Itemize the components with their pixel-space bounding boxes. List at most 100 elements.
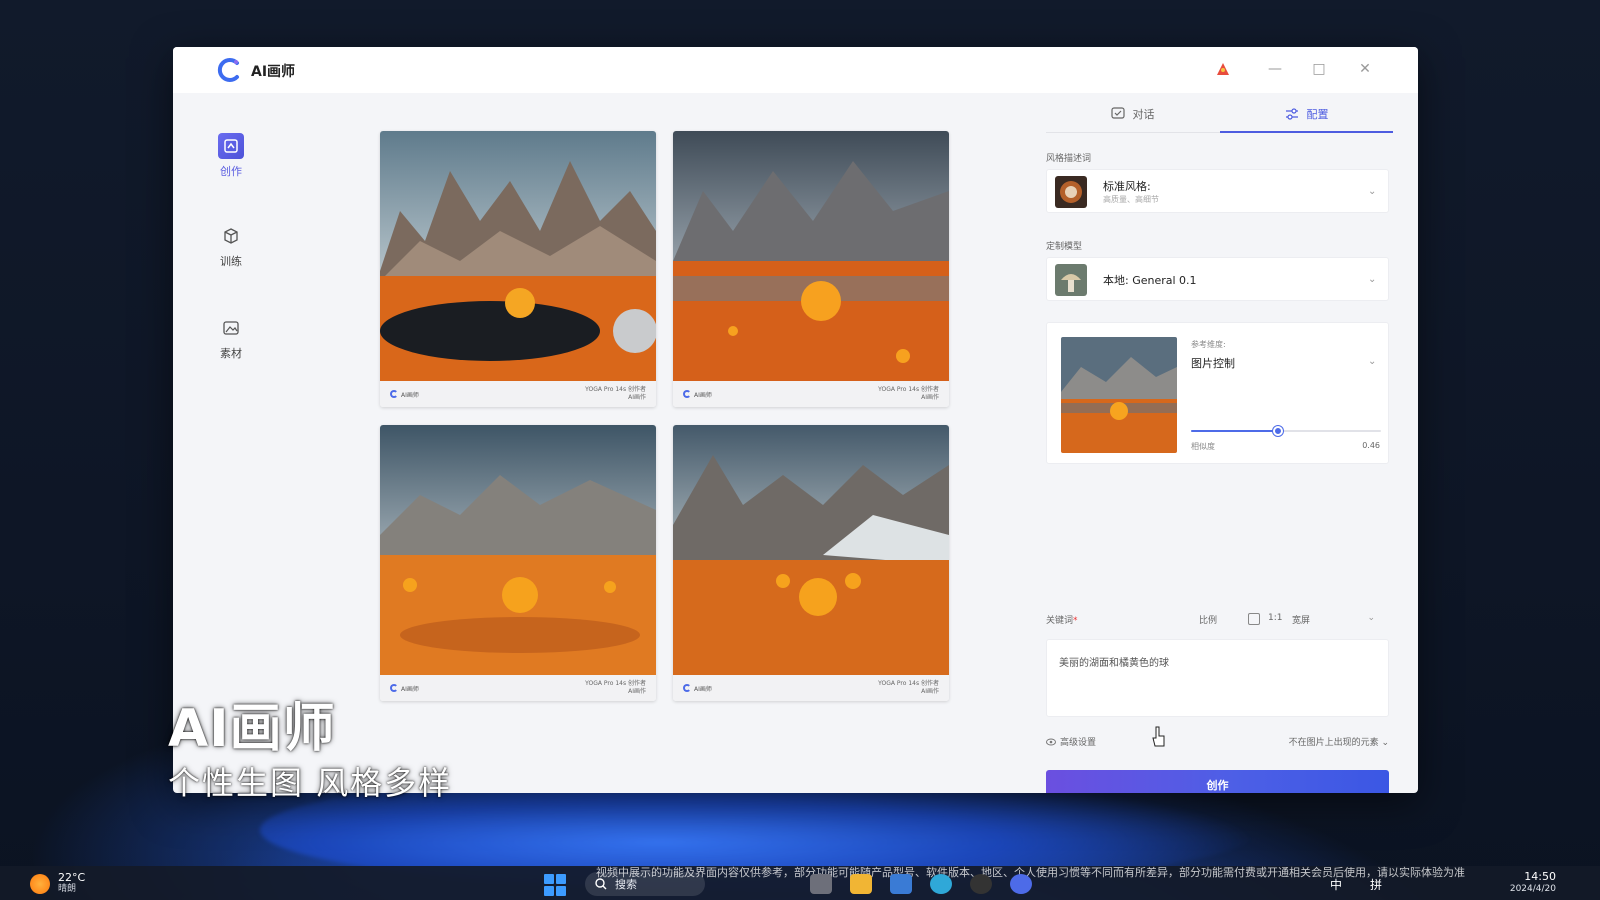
ratio-value[interactable]: 1:1 — [1268, 613, 1282, 623]
gallery-icon — [218, 315, 244, 341]
landscape-image — [673, 131, 949, 381]
model-select[interactable]: 本地: General 0.1 ⌄ — [1046, 257, 1389, 301]
negative-prompt-toggle[interactable]: 不在图片上出现的元素 ⌄ — [1289, 735, 1389, 748]
thumb-brand: AI画师 — [390, 684, 419, 693]
create-icon — [218, 133, 244, 159]
thumb-watermark: YOGA Pro 14s 创作者 AI画作 — [585, 680, 646, 695]
sidebar-item-materials[interactable]: 素材 — [206, 315, 256, 361]
generated-image-3[interactable]: AI画师 YOGA Pro 14s 创作者 AI画作 — [380, 425, 656, 701]
settings-icon — [1285, 108, 1298, 120]
reference-image[interactable] — [1061, 337, 1177, 453]
style-section-label: 风格描述词 — [1046, 154, 1092, 164]
title-bar: AI画师 — □ ✕ — [173, 47, 1418, 93]
reference-label: 参考维度: — [1191, 340, 1226, 349]
chevron-down-icon[interactable]: ⌄ — [1368, 357, 1378, 367]
image-gallery: AI画师 YOGA Pro 14s 创作者 AI画作 AI画师 YOGA Pro … — [380, 131, 960, 711]
sidebar-item-label: 创作 — [220, 165, 242, 178]
hand-cursor-icon — [1152, 726, 1165, 747]
thumb-watermark: YOGA Pro 14s 创作者 AI画作 — [878, 680, 939, 695]
chevron-down-icon: ⌄ — [1368, 186, 1377, 197]
prompt-input[interactable] — [1046, 639, 1389, 717]
sun-icon — [30, 873, 50, 894]
ratio-label: 比例 — [1199, 616, 1218, 626]
thumb-watermark: YOGA Pro 14s 创作者 AI画作 — [585, 386, 646, 401]
image-footer: AI画师 YOGA Pro 14s 创作者 AI画作 — [673, 675, 949, 701]
model-value: 本地: General 0.1 — [1103, 274, 1197, 287]
generated-image-1[interactable]: AI画师 YOGA Pro 14s 创作者 AI画作 — [380, 131, 656, 407]
generated-image-2[interactable]: AI画师 YOGA Pro 14s 创作者 AI画作 — [673, 131, 949, 407]
chevron-down-icon[interactable]: ⌄ — [1367, 613, 1375, 623]
sidebar-item-label: 训练 — [220, 255, 242, 268]
ratio-mode[interactable]: 宽屏 — [1292, 613, 1310, 626]
keyword-row: 关键词* 比例 1:1 宽屏 ⌄ — [1046, 613, 1389, 629]
rocket-icon[interactable] — [1213, 59, 1233, 79]
clock-time: 14:50 — [1524, 870, 1556, 883]
taskbar-search[interactable]: 搜索 — [585, 872, 705, 896]
style-thumbnail — [1055, 176, 1087, 208]
landscape-image — [673, 425, 949, 675]
file-explorer-icon[interactable] — [850, 874, 872, 894]
maximize-button[interactable]: □ — [1309, 59, 1329, 79]
similarity-slider[interactable] — [1191, 426, 1381, 436]
store-icon[interactable] — [890, 874, 912, 894]
edge-icon[interactable] — [930, 874, 952, 894]
clock[interactable]: 14:50 2024/4/20 — [1510, 870, 1556, 895]
app-icon[interactable] — [970, 874, 992, 894]
overlay-caption-title: AI画师 — [168, 699, 336, 759]
weather-desc: 晴朗 — [58, 884, 77, 894]
tab-config[interactable]: 配置 — [1220, 101, 1393, 133]
taskview-icon[interactable] — [810, 874, 832, 894]
reference-value[interactable]: 图片控制 — [1191, 355, 1235, 371]
landscape-image — [380, 425, 656, 675]
advanced-row: 高级设置 不在图片上出现的元素 ⌄ — [1046, 735, 1389, 749]
chevron-down-icon: ⌄ — [1368, 274, 1377, 285]
slider-handle[interactable] — [1273, 426, 1284, 436]
image-footer: AI画师 YOGA Pro 14s 创作者 AI画作 — [673, 381, 949, 407]
taskbar: 22°C 晴朗 视频中展示的功能及界面内容仅供参考，部分功能可能随产品型号、软件… — [0, 866, 1600, 900]
reference-card: 参考维度: 图片控制 ⌄ 相似度 0.46 — [1046, 322, 1389, 464]
thumb-brand: AI画师 — [683, 390, 712, 399]
ai-painter-taskbar-icon[interactable] — [1010, 874, 1032, 894]
sidebar-item-train[interactable]: 训练 — [206, 223, 256, 269]
chat-icon — [1110, 107, 1125, 119]
close-button[interactable]: ✕ — [1355, 59, 1375, 79]
sidebar-item-label: 素材 — [220, 347, 242, 360]
create-button[interactable]: 创作 — [1046, 770, 1389, 793]
windows-start-icon[interactable] — [544, 874, 566, 896]
aspect-ratio-icon[interactable] — [1248, 613, 1260, 625]
ime-indicator[interactable]: 中 — [1330, 876, 1342, 893]
app-window: AI画师 — □ ✕ 创作 训练 素材 AI画师 YOGA Pro 14s 创作… — [173, 47, 1418, 793]
image-footer: AI画师 YOGA Pro 14s 创作者 AI画作 — [380, 675, 656, 701]
style-title: 标准风格: — [1103, 180, 1151, 193]
search-icon — [595, 878, 607, 890]
cube-icon — [218, 223, 244, 249]
model-section-label: 定制模型 — [1046, 242, 1083, 252]
image-footer: AI画师 YOGA Pro 14s 创作者 AI画作 — [380, 381, 656, 407]
required-mark: * — [1073, 616, 1078, 626]
config-panel: 对话 配置 风格描述词 标准风格: 高质量、高细节 ⌄ 定制模型 本地: Gen… — [1040, 93, 1395, 793]
tab-chat[interactable]: 对话 — [1046, 101, 1219, 133]
style-select[interactable]: 标准风格: 高质量、高细节 ⌄ — [1046, 169, 1389, 213]
thumb-brand: AI画师 — [683, 684, 712, 693]
generated-image-4[interactable]: AI画师 YOGA Pro 14s 创作者 AI画作 — [673, 425, 949, 701]
search-label: 搜索 — [615, 878, 637, 891]
eye-icon — [1046, 738, 1056, 745]
app-title: AI画师 — [251, 64, 296, 80]
sidebar-item-create[interactable]: 创作 — [206, 133, 256, 179]
similarity-value: 0.46 — [1362, 441, 1380, 450]
weather-widget[interactable]: 22°C 晴朗 — [30, 872, 85, 895]
slider-fill — [1191, 430, 1279, 432]
disclaimer-text: 视频中展示的功能及界面内容仅供参考，部分功能可能随产品型号、软件版本、地区、个人… — [596, 866, 1465, 879]
landscape-image — [380, 131, 656, 381]
thumb-brand: AI画师 — [390, 390, 419, 399]
minimize-button[interactable]: — — [1265, 59, 1285, 79]
model-thumbnail — [1055, 264, 1087, 296]
keyword-label: 关键词 — [1046, 616, 1074, 626]
thumb-watermark: YOGA Pro 14s 创作者 AI画作 — [878, 386, 939, 401]
style-subtitle: 高质量、高细节 — [1103, 195, 1159, 204]
overlay-caption-subtitle: 个性生图 风格多样 — [168, 764, 453, 802]
ime-mode[interactable]: 拼 — [1370, 876, 1382, 893]
advanced-settings-toggle[interactable]: 高级设置 — [1046, 735, 1096, 748]
clock-date: 2024/4/20 — [1509, 884, 1556, 894]
similarity-label: 相似度 — [1191, 442, 1215, 451]
